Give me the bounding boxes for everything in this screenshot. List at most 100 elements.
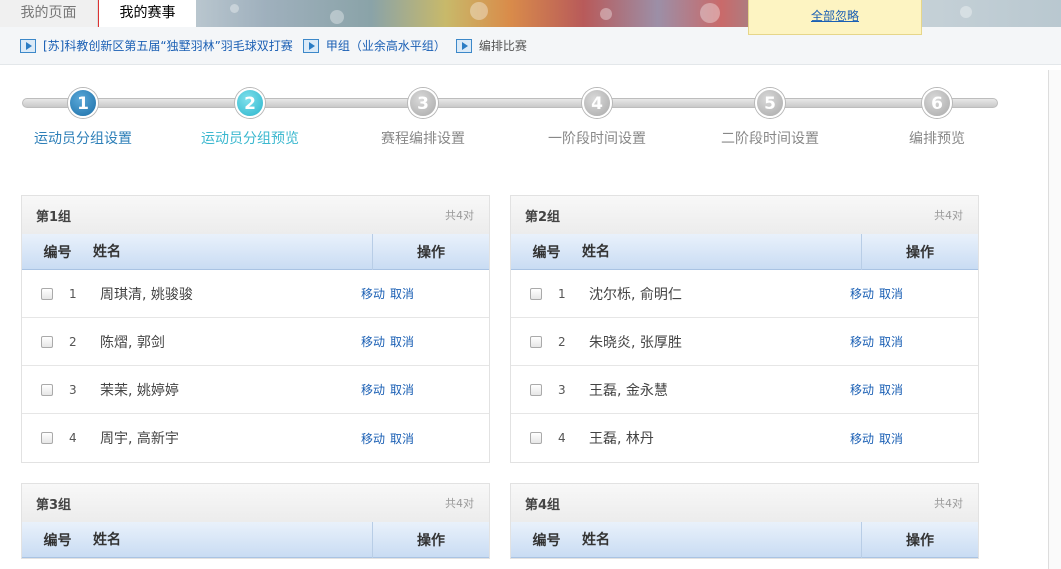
table-row: 2 陈熠, 郭剑 移动 取消	[22, 318, 489, 366]
col-name: 姓名	[582, 233, 862, 270]
col-operation: 操作	[417, 244, 445, 261]
table-row: 1 沈尔栎, 俞明仁 移动 取消	[511, 270, 978, 318]
breadcrumb-current: 编排比赛	[478, 39, 527, 53]
dismiss-all-link[interactable]: 全部忽略	[811, 9, 859, 23]
row-player-names: 王磊, 金永慧	[589, 382, 668, 399]
col-number: 编号	[532, 532, 561, 549]
row-checkbox[interactable]	[530, 432, 542, 444]
step-4-label: 一阶段时间设置	[548, 131, 646, 147]
row-player-names: 周宇, 高新宇	[100, 431, 179, 447]
cancel-link[interactable]: 取消	[879, 333, 903, 350]
tab-my-events[interactable]: 我的赛事	[98, 0, 196, 27]
play-arrow-icon	[20, 38, 36, 53]
tab-my-page[interactable]: 我的页面	[0, 0, 98, 27]
step-2-label[interactable]: 运动员分组预览	[201, 128, 299, 148]
banner-decoration	[700, 3, 720, 23]
group-title: 第3组	[36, 497, 72, 513]
row-number: 4	[69, 431, 77, 445]
breadcrumb-item-group: 甲组（业余高水平组）	[302, 37, 446, 54]
notice-box: 全部忽略	[748, 0, 922, 35]
breadcrumb-link-event[interactable]: [苏]科教创新区第五届“独墅羽林”羽毛球双打赛	[43, 37, 293, 54]
cancel-link[interactable]: 取消	[390, 333, 414, 350]
group-panel: 第4组 共4对编号 姓名 操作	[510, 483, 979, 559]
row-checkbox[interactable]	[41, 335, 53, 348]
row-player-names: 朱晓炎, 张厚胜	[589, 334, 682, 351]
move-link[interactable]: 移动	[850, 381, 874, 398]
cancel-link[interactable]: 取消	[390, 381, 414, 398]
move-link[interactable]: 移动	[361, 430, 385, 447]
banner-decoration	[230, 4, 239, 13]
banner-decoration	[330, 10, 344, 24]
wizard-stepper: 1 运动员分组设置 2 运动员分组预览 3 赛程编排设置 4 一阶段时间设置 5 二阶段时间设置 6…	[22, 88, 998, 148]
row-actions: 移动 取消	[850, 333, 903, 350]
banner-decoration	[960, 6, 972, 18]
table-header: 编号 姓名 操作	[22, 233, 489, 270]
breadcrumb-link-group[interactable]: 甲组（业余高水平组）	[326, 37, 446, 54]
group-header: 第1组 共4对	[22, 196, 489, 234]
row-checkbox[interactable]	[530, 287, 542, 300]
play-arrow-icon	[455, 38, 472, 53]
step-3-label: 赛程编排设置	[381, 131, 465, 147]
cancel-link[interactable]: 取消	[390, 430, 414, 447]
move-link[interactable]: 移动	[361, 333, 385, 350]
col-operation: 操作	[417, 532, 445, 549]
group-pair-count: 共4对	[934, 209, 963, 222]
step-5-label: 二阶段时间设置	[721, 131, 819, 147]
group-header: 第4组 共4对	[511, 484, 978, 522]
row-number: 1	[558, 286, 566, 301]
row-checkbox[interactable]	[530, 335, 542, 348]
table-row: 3 王磊, 金永慧 移动 取消	[511, 366, 978, 414]
row-actions: 移动 取消	[361, 381, 414, 398]
move-link[interactable]: 移动	[850, 285, 874, 302]
step-6-label: 编排预览	[909, 131, 965, 147]
table-header: 编号 姓名 操作	[22, 521, 489, 558]
group-pair-count: 共4对	[445, 209, 474, 222]
move-link[interactable]: 移动	[850, 333, 874, 350]
breadcrumb-item-current: 编排比赛	[455, 37, 527, 54]
row-checkbox[interactable]	[41, 432, 53, 444]
table-row: 3 茉茉, 姚婷婷 移动 取消	[22, 366, 489, 414]
banner-decoration	[600, 8, 612, 20]
table-row: 4 王磊, 林丹 移动 取消	[511, 414, 978, 462]
col-name: 姓名	[93, 521, 373, 558]
step-1-circle[interactable]: 1	[68, 88, 98, 118]
cancel-link[interactable]: 取消	[879, 285, 903, 302]
play-arrow-icon	[302, 38, 319, 53]
row-actions: 移动 取消	[361, 285, 414, 302]
row-checkbox[interactable]	[530, 383, 542, 396]
cancel-link[interactable]: 取消	[879, 430, 903, 447]
row-actions: 移动 取消	[361, 333, 414, 350]
step-2-circle[interactable]: 2	[235, 88, 265, 118]
row-actions: 移动 取消	[361, 430, 414, 447]
group-pair-count: 共4对	[445, 497, 474, 510]
cancel-link[interactable]: 取消	[390, 285, 414, 302]
col-operation: 操作	[906, 532, 934, 549]
col-name: 姓名	[582, 521, 862, 558]
move-link[interactable]: 移动	[850, 430, 874, 447]
step-1-label[interactable]: 运动员分组设置	[34, 128, 132, 148]
cancel-link[interactable]: 取消	[879, 381, 903, 398]
row-number: 3	[558, 382, 566, 397]
row-player-names: 茉茉, 姚婷婷	[100, 382, 179, 399]
move-link[interactable]: 移动	[361, 381, 385, 398]
scrollbar[interactable]	[1048, 70, 1061, 569]
group-title: 第4组	[525, 497, 561, 513]
step-3-circle: 3	[408, 88, 438, 118]
row-player-names: 沈尔栎, 俞明仁	[589, 286, 682, 303]
move-link[interactable]: 移动	[361, 285, 385, 302]
table-row: 1 周琪清, 姚骏骏 移动 取消	[22, 270, 489, 318]
table-row: 2 朱晓炎, 张厚胜 移动 取消	[511, 318, 978, 366]
row-actions: 移动 取消	[850, 285, 903, 302]
col-name: 姓名	[93, 233, 373, 270]
row-checkbox[interactable]	[41, 287, 53, 300]
top-tabs: 我的页面 我的赛事	[0, 0, 196, 27]
row-player-names: 陈熠, 郭剑	[100, 334, 165, 351]
row-number: 3	[69, 382, 77, 397]
row-number: 4	[558, 431, 566, 445]
group-title: 第1组	[36, 209, 72, 225]
group-header: 第2组 共4对	[511, 196, 978, 234]
row-number: 1	[69, 286, 77, 301]
group-title: 第2组	[525, 209, 561, 225]
row-checkbox[interactable]	[41, 383, 53, 396]
row-actions: 移动 取消	[850, 381, 903, 398]
